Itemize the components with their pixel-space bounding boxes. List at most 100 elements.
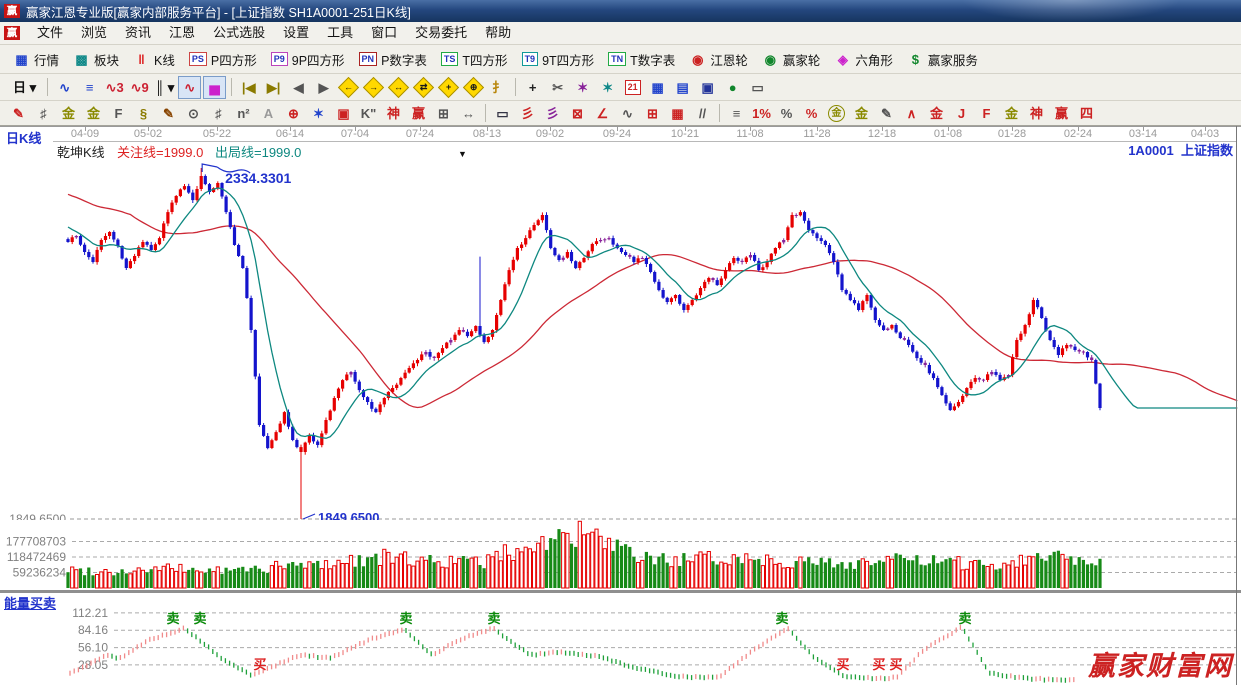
menu-item-5[interactable]: 公式选股 (204, 22, 274, 44)
quotes-button[interactable]: ▦行情 (6, 48, 66, 71)
gann-line-grid-button[interactable]: ♯ (32, 102, 55, 125)
titlebar-glow (961, 0, 1181, 22)
energy-oscillator-chart[interactable]: 112.2184.1656.1028.05卖卖卖卖卖卖买买买买 (0, 593, 1241, 685)
nav-next-button[interactable]: ▶ (312, 76, 335, 99)
winner-service-button[interactable]: $赢家服务 (900, 48, 985, 71)
wave-9-button[interactable]: ∿9 (128, 76, 151, 99)
zigzag-pattern-button[interactable]: ∿ (178, 76, 201, 99)
red-grid-a-button[interactable]: ⊞ (641, 102, 664, 125)
p-square-button[interactable]: PSP四方形 (182, 48, 264, 71)
mirror-line-button[interactable]: A (257, 102, 280, 125)
angle-pencil-button[interactable]: ✎ (157, 102, 180, 125)
f-square-button[interactable]: F (107, 102, 130, 125)
price-hash-button[interactable]: ♯ (207, 102, 230, 125)
nav-last-button[interactable]: ▶| (262, 76, 285, 99)
nav-first-button[interactable]: |◀ (237, 76, 260, 99)
number-grid-button[interactable]: ⊞ (432, 102, 455, 125)
gann-shape-purple-button[interactable]: ✶ (571, 76, 594, 99)
compress-all-button[interactable]: ⊕ (463, 76, 484, 97)
gold-circle-button[interactable]: 金 (825, 102, 848, 125)
percent-line-button[interactable]: % (800, 102, 823, 125)
period-day-selector-button[interactable]: 日 ▾ (7, 76, 42, 99)
gold-angle-button[interactable]: 金 (1000, 102, 1023, 125)
draw-pencil-button[interactable]: ✎ (7, 102, 30, 125)
n-square-button[interactable]: n² (232, 102, 255, 125)
winner-wheel-button[interactable]: ◉赢家轮 (755, 48, 828, 71)
fan-lines-red-button[interactable]: 彡 (516, 102, 539, 125)
gann-wheel-button[interactable]: ◉江恩轮 (682, 48, 755, 71)
main-candlestick-chart[interactable]: 2334.33011849.65001849.6500 (0, 150, 1241, 520)
save-tool-button[interactable]: ▣ (696, 76, 719, 99)
menu-item-1[interactable]: 文件 (28, 22, 72, 44)
shen-angle-button[interactable]: 神 (1025, 102, 1048, 125)
percent-tool-button[interactable]: % (775, 102, 798, 125)
9p-square-button[interactable]: P99P四方形 (264, 48, 352, 71)
sectors-button[interactable]: ▩板块 (66, 48, 126, 71)
gann-shape-teal-button[interactable]: ✶ (596, 76, 619, 99)
nav-prev-button[interactable]: ◀ (287, 76, 310, 99)
wave-3-button[interactable]: ∿3 (103, 76, 126, 99)
notes-tool-button[interactable]: ▤ (671, 76, 694, 99)
wave-count-button[interactable]: ∿ (616, 102, 639, 125)
menu-item-2[interactable]: 浏览 (72, 22, 116, 44)
red-grid-b-button[interactable]: ▦ (666, 102, 689, 125)
volume-chart[interactable]: 17770870311847246959236234 (0, 520, 1241, 590)
gold-bars-button[interactable]: 金 (850, 102, 873, 125)
print-tool-button[interactable]: ▭ (746, 76, 769, 99)
menu-item-7[interactable]: 工具 (318, 22, 362, 44)
toolbar-separator (231, 78, 232, 96)
k-quote-button[interactable]: K" (357, 102, 380, 125)
menu-item-9[interactable]: 交易委托 (406, 22, 476, 44)
price-scale-tool-button[interactable]: ≡ (725, 102, 748, 125)
hand-tool-button[interactable]: 扌 (487, 76, 510, 99)
one-percent-line-button[interactable]: 1% (750, 102, 773, 125)
ink-pencil-button[interactable]: ✎ (875, 102, 898, 125)
gold-grid-b-button[interactable]: 金 (82, 102, 105, 125)
region-box-button[interactable]: ▭ (491, 102, 514, 125)
star-web-button[interactable]: ✶ (307, 102, 330, 125)
info-panel-button[interactable]: ≡ (78, 76, 101, 99)
expand-horizontal-button[interactable]: ↔ (388, 76, 409, 97)
slash-lines-button[interactable]: // (691, 102, 714, 125)
gold-grid-a-button[interactable]: 金 (57, 102, 80, 125)
menu-item-4[interactable]: 江恩 (160, 22, 204, 44)
win-grid-button[interactable]: 赢 (407, 102, 430, 125)
swap-horizontal-button[interactable]: ⇄ (413, 76, 434, 97)
spiral-tool-button[interactable]: § (132, 102, 155, 125)
p-number-table-button[interactable]: PNP数字表 (352, 48, 434, 71)
menu-item-8[interactable]: 窗口 (362, 22, 406, 44)
pattern-chart-button[interactable]: ∿ (53, 76, 76, 99)
hexagon-button[interactable]: ◈六角形 (827, 48, 900, 71)
9t-square-button[interactable]: T99T四方形 (515, 48, 602, 71)
expand-all-button[interactable]: + (438, 76, 459, 97)
a-wave-button[interactable]: ∧ (900, 102, 923, 125)
web-box-button[interactable]: ▣ (332, 102, 355, 125)
t-square-button[interactable]: TST四方形 (434, 48, 515, 71)
f-angle-button[interactable]: F (975, 102, 998, 125)
menu-item-6[interactable]: 设置 (274, 22, 318, 44)
export-tool-button[interactable]: ● (721, 76, 744, 99)
win-angle-button[interactable]: 赢 (1050, 102, 1073, 125)
measure-tool-button[interactable]: ✂ (546, 76, 569, 99)
gann-clock-button[interactable]: ⊙ (182, 102, 205, 125)
four-angle-button[interactable]: 四 (1075, 102, 1098, 125)
menu-item-3[interactable]: 资讯 (116, 22, 160, 44)
calendar-tool-button[interactable]: 21 (621, 76, 644, 99)
width-measure-button[interactable]: ↔ (457, 102, 480, 125)
menu-item-10[interactable]: 帮助 (476, 22, 520, 44)
compass-tool-button[interactable]: ⊕ (282, 102, 305, 125)
kline-button[interactable]: ‖K线 (126, 48, 182, 71)
t-number-table-button[interactable]: TNT数字表 (601, 48, 682, 71)
color-histogram-button[interactable]: ▅ (203, 76, 226, 99)
fan-box-red-button[interactable]: ⊠ (566, 102, 589, 125)
candle-style-selector-button[interactable]: ║ ▾ (153, 76, 176, 99)
gold-channel-button[interactable]: 金 (925, 102, 948, 125)
shen-grid-button[interactable]: 神 (382, 102, 405, 125)
crosshair-tool-button[interactable]: + (521, 76, 544, 99)
compress-left-button[interactable]: ← (338, 76, 359, 97)
fan-box-purple-button[interactable]: 彡 (541, 102, 564, 125)
calculator-tool-button[interactable]: ▦ (646, 76, 669, 99)
j-angle-button[interactable]: J (950, 102, 973, 125)
angle-rays-button[interactable]: ∠ (591, 102, 614, 125)
compress-right-button[interactable]: → (363, 76, 384, 97)
